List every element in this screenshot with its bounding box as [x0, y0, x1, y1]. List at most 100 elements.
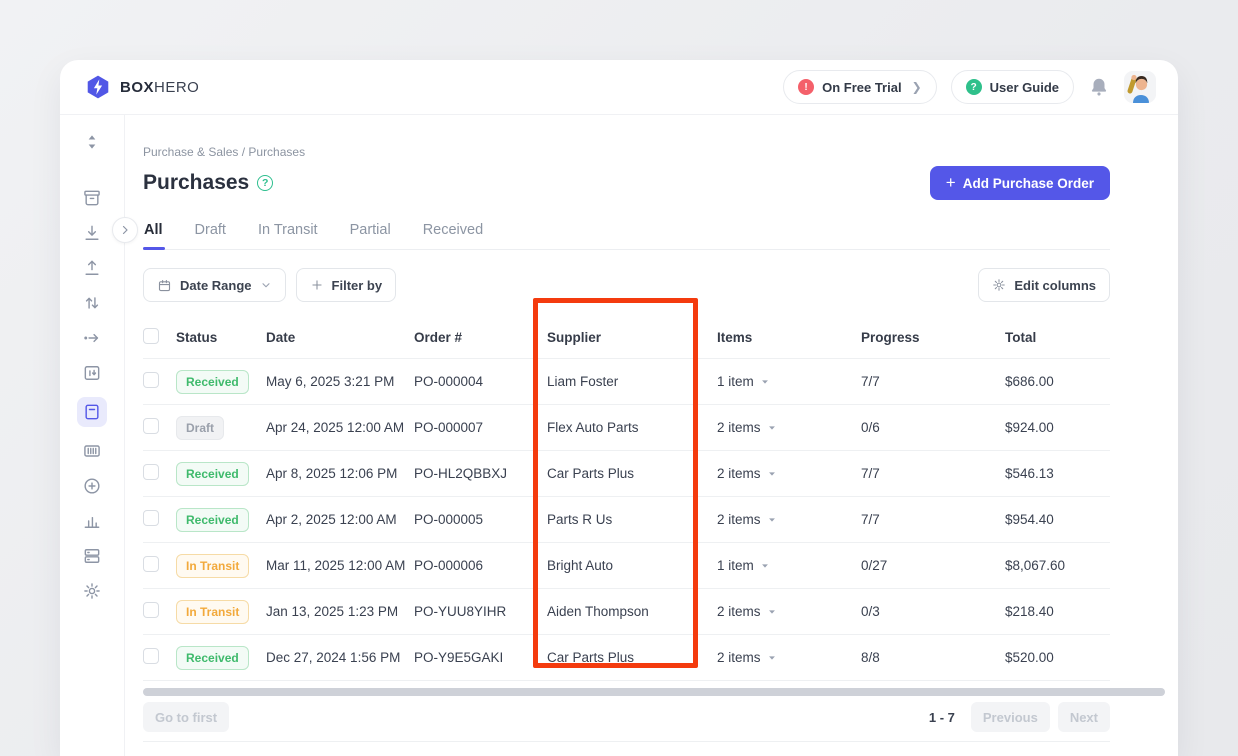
- sidebar-item-past-quantity[interactable]: [81, 362, 103, 384]
- select-all-checkbox[interactable]: [143, 328, 159, 344]
- sidebar-item-stock-move[interactable]: [81, 327, 103, 349]
- sidebar-item-stock-out[interactable]: [81, 257, 103, 279]
- row-checkbox[interactable]: [143, 556, 159, 572]
- caret-down-icon: [760, 561, 770, 571]
- column-header-items: Items: [717, 330, 861, 345]
- total-cell: $546.13: [1005, 466, 1110, 481]
- caret-down-icon: [760, 377, 770, 387]
- items-dropdown[interactable]: 2 items: [717, 604, 861, 619]
- supplier-cell: Aiden Thompson: [547, 604, 717, 619]
- items-dropdown[interactable]: 1 item: [717, 374, 861, 389]
- chevron-right-icon: [119, 224, 131, 236]
- supplier-cell: Bright Auto: [547, 558, 717, 573]
- sidebar-item-data-center[interactable]: [81, 545, 103, 567]
- date-cell: Dec 27, 2024 1:56 PM: [266, 650, 414, 665]
- tab-draft[interactable]: Draft: [194, 216, 227, 249]
- row-checkbox[interactable]: [143, 418, 159, 434]
- plus-circle-icon: [82, 476, 102, 496]
- bell-icon[interactable]: [1088, 76, 1110, 98]
- sidebar-item-stock-in[interactable]: [81, 222, 103, 244]
- order-number-cell: PO-HL2QBBXJ: [414, 466, 547, 481]
- items-dropdown[interactable]: 2 items: [717, 466, 861, 481]
- sidebar-item-settings[interactable]: [81, 580, 103, 602]
- column-header-date: Date: [266, 330, 414, 345]
- top-bar: BOXHERO ! On Free Trial ❯ ? User Guide: [60, 60, 1178, 115]
- chevron-down-icon: [260, 279, 272, 291]
- status-badge: Received: [176, 646, 249, 670]
- user-avatar[interactable]: [1124, 71, 1156, 103]
- row-checkbox[interactable]: [143, 510, 159, 526]
- filter-by-label: Filter by: [332, 278, 383, 293]
- table-row[interactable]: ReceivedMay 6, 2025 3:21 PMPO-000004Liam…: [143, 359, 1110, 405]
- date-range-dropdown[interactable]: Date Range: [143, 268, 286, 302]
- sidebar-item-purchases-sales[interactable]: [77, 397, 107, 427]
- items-dropdown[interactable]: 2 items: [717, 512, 861, 527]
- supplier-cell: Parts R Us: [547, 512, 717, 527]
- gear-icon: [992, 278, 1006, 292]
- sidebar-item-workspace-switcher[interactable]: [81, 131, 103, 153]
- previous-button[interactable]: Previous: [971, 702, 1050, 732]
- row-checkbox[interactable]: [143, 372, 159, 388]
- chevron-right-icon: ❯: [912, 80, 922, 94]
- sidebar-item-analytics[interactable]: [81, 510, 103, 532]
- table-row[interactable]: DraftApr 24, 2025 12:00 AMPO-000007Flex …: [143, 405, 1110, 451]
- tab-partial[interactable]: Partial: [349, 216, 392, 249]
- order-number-cell: PO-000005: [414, 512, 547, 527]
- progress-cell: 7/7: [861, 374, 1005, 389]
- progress-cell: 0/3: [861, 604, 1005, 619]
- table-row[interactable]: ReceivedDec 27, 2024 1:56 PMPO-Y9E5GAKIC…: [143, 635, 1110, 681]
- tab-in-transit[interactable]: In Transit: [257, 216, 319, 249]
- total-cell: $954.40: [1005, 512, 1110, 527]
- go-to-first-button[interactable]: Go to first: [143, 702, 229, 732]
- tab-all[interactable]: All: [143, 216, 164, 249]
- row-checkbox[interactable]: [143, 602, 159, 618]
- plus-icon: +: [946, 173, 956, 193]
- gear-icon: [82, 581, 102, 601]
- tab-received[interactable]: Received: [422, 216, 484, 249]
- date-cell: May 6, 2025 3:21 PM: [266, 374, 414, 389]
- sidebar-item-stock-adjust[interactable]: [81, 292, 103, 314]
- next-button[interactable]: Next: [1058, 702, 1110, 732]
- stock-in-icon: [82, 223, 102, 243]
- items-dropdown[interactable]: 1 item: [717, 558, 861, 573]
- stock-out-icon: [82, 258, 102, 278]
- user-guide-button[interactable]: ? User Guide: [951, 70, 1074, 104]
- add-purchase-order-label: Add Purchase Order: [963, 176, 1094, 191]
- on-free-trial-button[interactable]: ! On Free Trial ❯: [783, 70, 937, 104]
- table-row[interactable]: ReceivedApr 2, 2025 12:00 AMPO-000005Par…: [143, 497, 1110, 543]
- column-header-total: Total: [1005, 330, 1110, 345]
- total-cell: $8,067.60: [1005, 558, 1110, 573]
- doc-icon: [82, 402, 102, 422]
- add-purchase-order-button[interactable]: + Add Purchase Order: [930, 166, 1110, 200]
- help-icon[interactable]: ?: [257, 175, 273, 191]
- status-tabs: All Draft In Transit Partial Received: [143, 216, 1110, 250]
- sidebar-nav: [60, 115, 125, 756]
- sidebar-item-add-item[interactable]: [81, 475, 103, 497]
- date-cell: Mar 11, 2025 12:00 AM: [266, 558, 414, 573]
- table-row[interactable]: In TransitMar 11, 2025 12:00 AMPO-000006…: [143, 543, 1110, 589]
- pagination: Go to first 1 - 7 Previous Next: [143, 702, 1110, 742]
- items-dropdown[interactable]: 2 items: [717, 650, 861, 665]
- filter-by-button[interactable]: Filter by: [296, 268, 397, 302]
- page-title: Purchases ?: [143, 171, 273, 195]
- edit-columns-button[interactable]: Edit columns: [978, 268, 1110, 302]
- date-cell: Apr 2, 2025 12:00 AM: [266, 512, 414, 527]
- status-badge: In Transit: [176, 600, 249, 624]
- table-header: StatusDateOrder #SupplierItemsProgressTo…: [143, 316, 1110, 359]
- table-row[interactable]: In TransitJan 13, 2025 1:23 PMPO-YUU8YIH…: [143, 589, 1110, 635]
- supplier-cell: Flex Auto Parts: [547, 420, 717, 435]
- purchases-table: StatusDateOrder #SupplierItemsProgressTo…: [143, 316, 1110, 681]
- barcode-icon: [82, 441, 102, 461]
- table-row[interactable]: ReceivedApr 8, 2025 12:06 PMPO-HL2QBBXJC…: [143, 451, 1110, 497]
- sidebar-item-barcode[interactable]: [81, 440, 103, 462]
- horizontal-scrollbar[interactable]: [143, 688, 1165, 696]
- row-checkbox[interactable]: [143, 464, 159, 480]
- calendar-icon: [157, 278, 172, 293]
- sidebar-item-inventory[interactable]: [81, 187, 103, 209]
- expand-sidebar-button[interactable]: [112, 217, 138, 243]
- caret-down-icon: [767, 423, 777, 433]
- row-checkbox[interactable]: [143, 648, 159, 664]
- items-dropdown[interactable]: 2 items: [717, 420, 861, 435]
- app-window: BOXHERO ! On Free Trial ❯ ? User Guide: [60, 60, 1178, 756]
- alert-badge-icon: !: [798, 79, 814, 95]
